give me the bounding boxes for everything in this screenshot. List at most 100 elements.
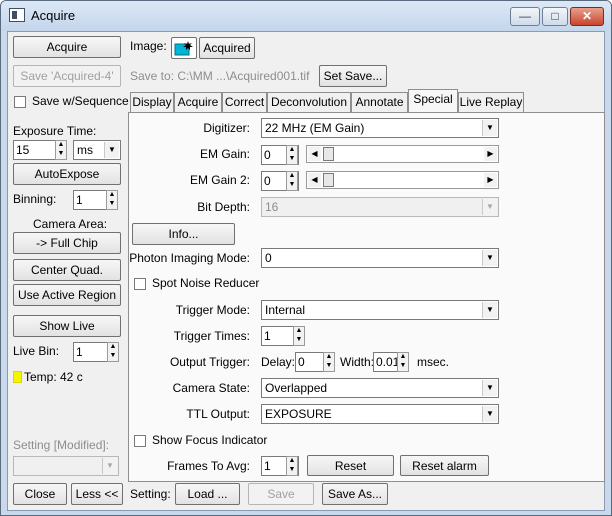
camera-state-select[interactable]: Overlapped ▼ (261, 378, 499, 398)
show-live-button[interactable]: Show Live (13, 315, 121, 337)
app-window-icon (9, 8, 25, 22)
spin-up-icon: ▲ (295, 327, 303, 334)
special-tab-panel: Digitizer: 22 MHz (EM Gain) ▼ EM Gain: 0 … (128, 112, 605, 482)
em-gain-spinner[interactable]: ▲ ▼ (286, 145, 298, 165)
image-sparkle-icon (174, 41, 193, 56)
spot-noise-reducer-checkbox[interactable] (134, 278, 146, 290)
acquired-image-button[interactable]: Acquired (199, 37, 255, 59)
set-save-button[interactable]: Set Save... (319, 65, 387, 87)
exposure-time-input[interactable]: 15 (13, 140, 61, 160)
maximize-button[interactable]: □ (542, 7, 568, 26)
tab-deconvolution[interactable]: Deconvolution (267, 92, 351, 112)
chevron-down-icon: ▼ (102, 458, 117, 474)
tab-acquire[interactable]: Acquire (174, 92, 222, 112)
digitizer-label: Digitizer: (203, 121, 250, 135)
frames-to-avg-spinner[interactable]: ▲ ▼ (286, 456, 298, 476)
scroll-left-icon[interactable]: ◀ (308, 173, 321, 187)
load-setting-button[interactable]: Load ... (175, 483, 240, 505)
chevron-down-icon: ▼ (482, 199, 497, 215)
save-setting-as-button[interactable]: Save As... (322, 483, 388, 505)
window-title: Acquire (31, 8, 76, 23)
chevron-down-icon: ▼ (482, 120, 497, 136)
trigger-mode-select[interactable]: Internal ▼ (261, 300, 499, 320)
digitizer-select[interactable]: 22 MHz (EM Gain) ▼ (261, 118, 499, 138)
frames-to-avg-label: Frames To Avg: (167, 459, 250, 473)
setting-modified-label: Setting [Modified]: (13, 438, 110, 452)
exposure-time-label: Exposure Time: (13, 124, 97, 138)
close-button[interactable]: Close (13, 483, 67, 505)
binning-label: Binning: (13, 192, 57, 206)
new-image-button[interactable] (171, 37, 197, 59)
em-gain2-label: EM Gain 2: (189, 173, 250, 187)
spin-up-icon: ▲ (288, 457, 296, 464)
em-gain-slider[interactable]: ◀ ▶ (306, 145, 499, 163)
delay-spinner[interactable]: ▲ ▼ (323, 352, 335, 372)
center-quad-button[interactable]: Center Quad. (13, 259, 121, 281)
scroll-right-icon[interactable]: ▶ (484, 173, 497, 187)
binning-spinner[interactable]: ▲ ▼ (106, 190, 118, 210)
em-gain2-spinner[interactable]: ▲ ▼ (286, 171, 298, 191)
show-focus-indicator-checkbox[interactable] (134, 435, 146, 447)
spin-down-icon: ▼ (288, 155, 296, 162)
save-to-path: Save to: C:\MM ...\Acquired001.tif (130, 69, 310, 83)
trigger-times-label: Trigger Times: (173, 329, 250, 343)
exposure-spinner[interactable]: ▲ ▼ (55, 140, 67, 160)
width-spinner[interactable]: ▲ ▼ (397, 352, 409, 372)
setting-label: Setting: (130, 487, 171, 501)
camera-state-label: Camera State: (172, 381, 250, 395)
spin-down-icon: ▼ (57, 150, 65, 157)
live-bin-spinner[interactable]: ▲ ▼ (107, 342, 119, 362)
save-acquired-button[interactable]: Save 'Acquired-4' (13, 65, 121, 87)
minimize-button[interactable]: — (510, 7, 540, 26)
tab-strip: Display Acquire Correct Deconvolution An… (128, 89, 608, 113)
chevron-down-icon: ▼ (482, 406, 497, 422)
reset-button[interactable]: Reset (307, 455, 394, 476)
em-gain2-slider[interactable]: ◀ ▶ (306, 171, 499, 189)
em-gain2-slider-thumb[interactable] (323, 173, 334, 187)
save-sequence-checkbox[interactable] (14, 96, 26, 108)
spin-down-icon: ▼ (295, 336, 303, 343)
tab-live-replay[interactable]: Live Replay (458, 92, 524, 112)
trigger-times-spinner[interactable]: ▲ ▼ (293, 326, 305, 346)
em-gain-slider-thumb[interactable] (323, 147, 334, 161)
chevron-down-icon: ▼ (482, 250, 497, 266)
scroll-left-icon[interactable]: ◀ (308, 147, 321, 161)
close-window-button[interactable]: ✕ (570, 7, 604, 26)
use-active-region-button[interactable]: Use Active Region (13, 284, 121, 306)
acquire-button[interactable]: Acquire (13, 36, 121, 58)
exposure-unit-select[interactable]: ms ▼ (73, 140, 121, 160)
image-label: Image: (130, 39, 167, 53)
full-chip-button[interactable]: -> Full Chip (13, 232, 121, 254)
less-button[interactable]: Less << (71, 483, 123, 505)
tab-correct[interactable]: Correct (222, 92, 267, 112)
spin-up-icon: ▲ (288, 172, 296, 179)
tab-display[interactable]: Display (130, 92, 174, 112)
scroll-right-icon[interactable]: ▶ (484, 147, 497, 161)
tab-special[interactable]: Special (408, 89, 458, 112)
autoexpose-button[interactable]: AutoExpose (13, 163, 121, 185)
bit-depth-select[interactable]: 16 ▼ (261, 197, 499, 217)
tab-annotate[interactable]: Annotate (351, 92, 408, 112)
show-focus-indicator-label: Show Focus Indicator (152, 433, 268, 447)
temperature-text: Temp: 42 c (24, 370, 83, 384)
photon-imaging-mode-label: Photon Imaging Mode: (129, 251, 250, 265)
spin-down-icon: ▼ (288, 466, 296, 473)
ttl-output-select[interactable]: EXPOSURE ▼ (261, 404, 499, 424)
photon-imaging-mode-select[interactable]: 0 ▼ (261, 248, 499, 268)
spin-up-icon: ▲ (325, 353, 333, 360)
delay-label: Delay: (261, 355, 296, 369)
setting-select[interactable]: ▼ (13, 456, 119, 476)
save-setting-button[interactable]: Save (248, 483, 314, 505)
spin-up-icon: ▲ (57, 141, 65, 148)
ttl-output-label: TTL Output: (186, 407, 250, 421)
bit-depth-label: Bit Depth: (197, 200, 250, 214)
output-trigger-label: Output Trigger: (169, 355, 250, 369)
info-button[interactable]: Info... (132, 223, 235, 245)
title-bar[interactable]: Acquire — □ ✕ (1, 1, 611, 31)
spin-down-icon: ▼ (399, 362, 407, 369)
spin-up-icon: ▲ (108, 191, 116, 198)
spin-up-icon: ▲ (109, 343, 117, 350)
spin-down-icon: ▼ (109, 352, 117, 359)
acquire-window: Acquire — □ ✕ Acquire Save 'Acquired-4' … (0, 0, 612, 516)
reset-alarm-button[interactable]: Reset alarm (400, 455, 489, 476)
